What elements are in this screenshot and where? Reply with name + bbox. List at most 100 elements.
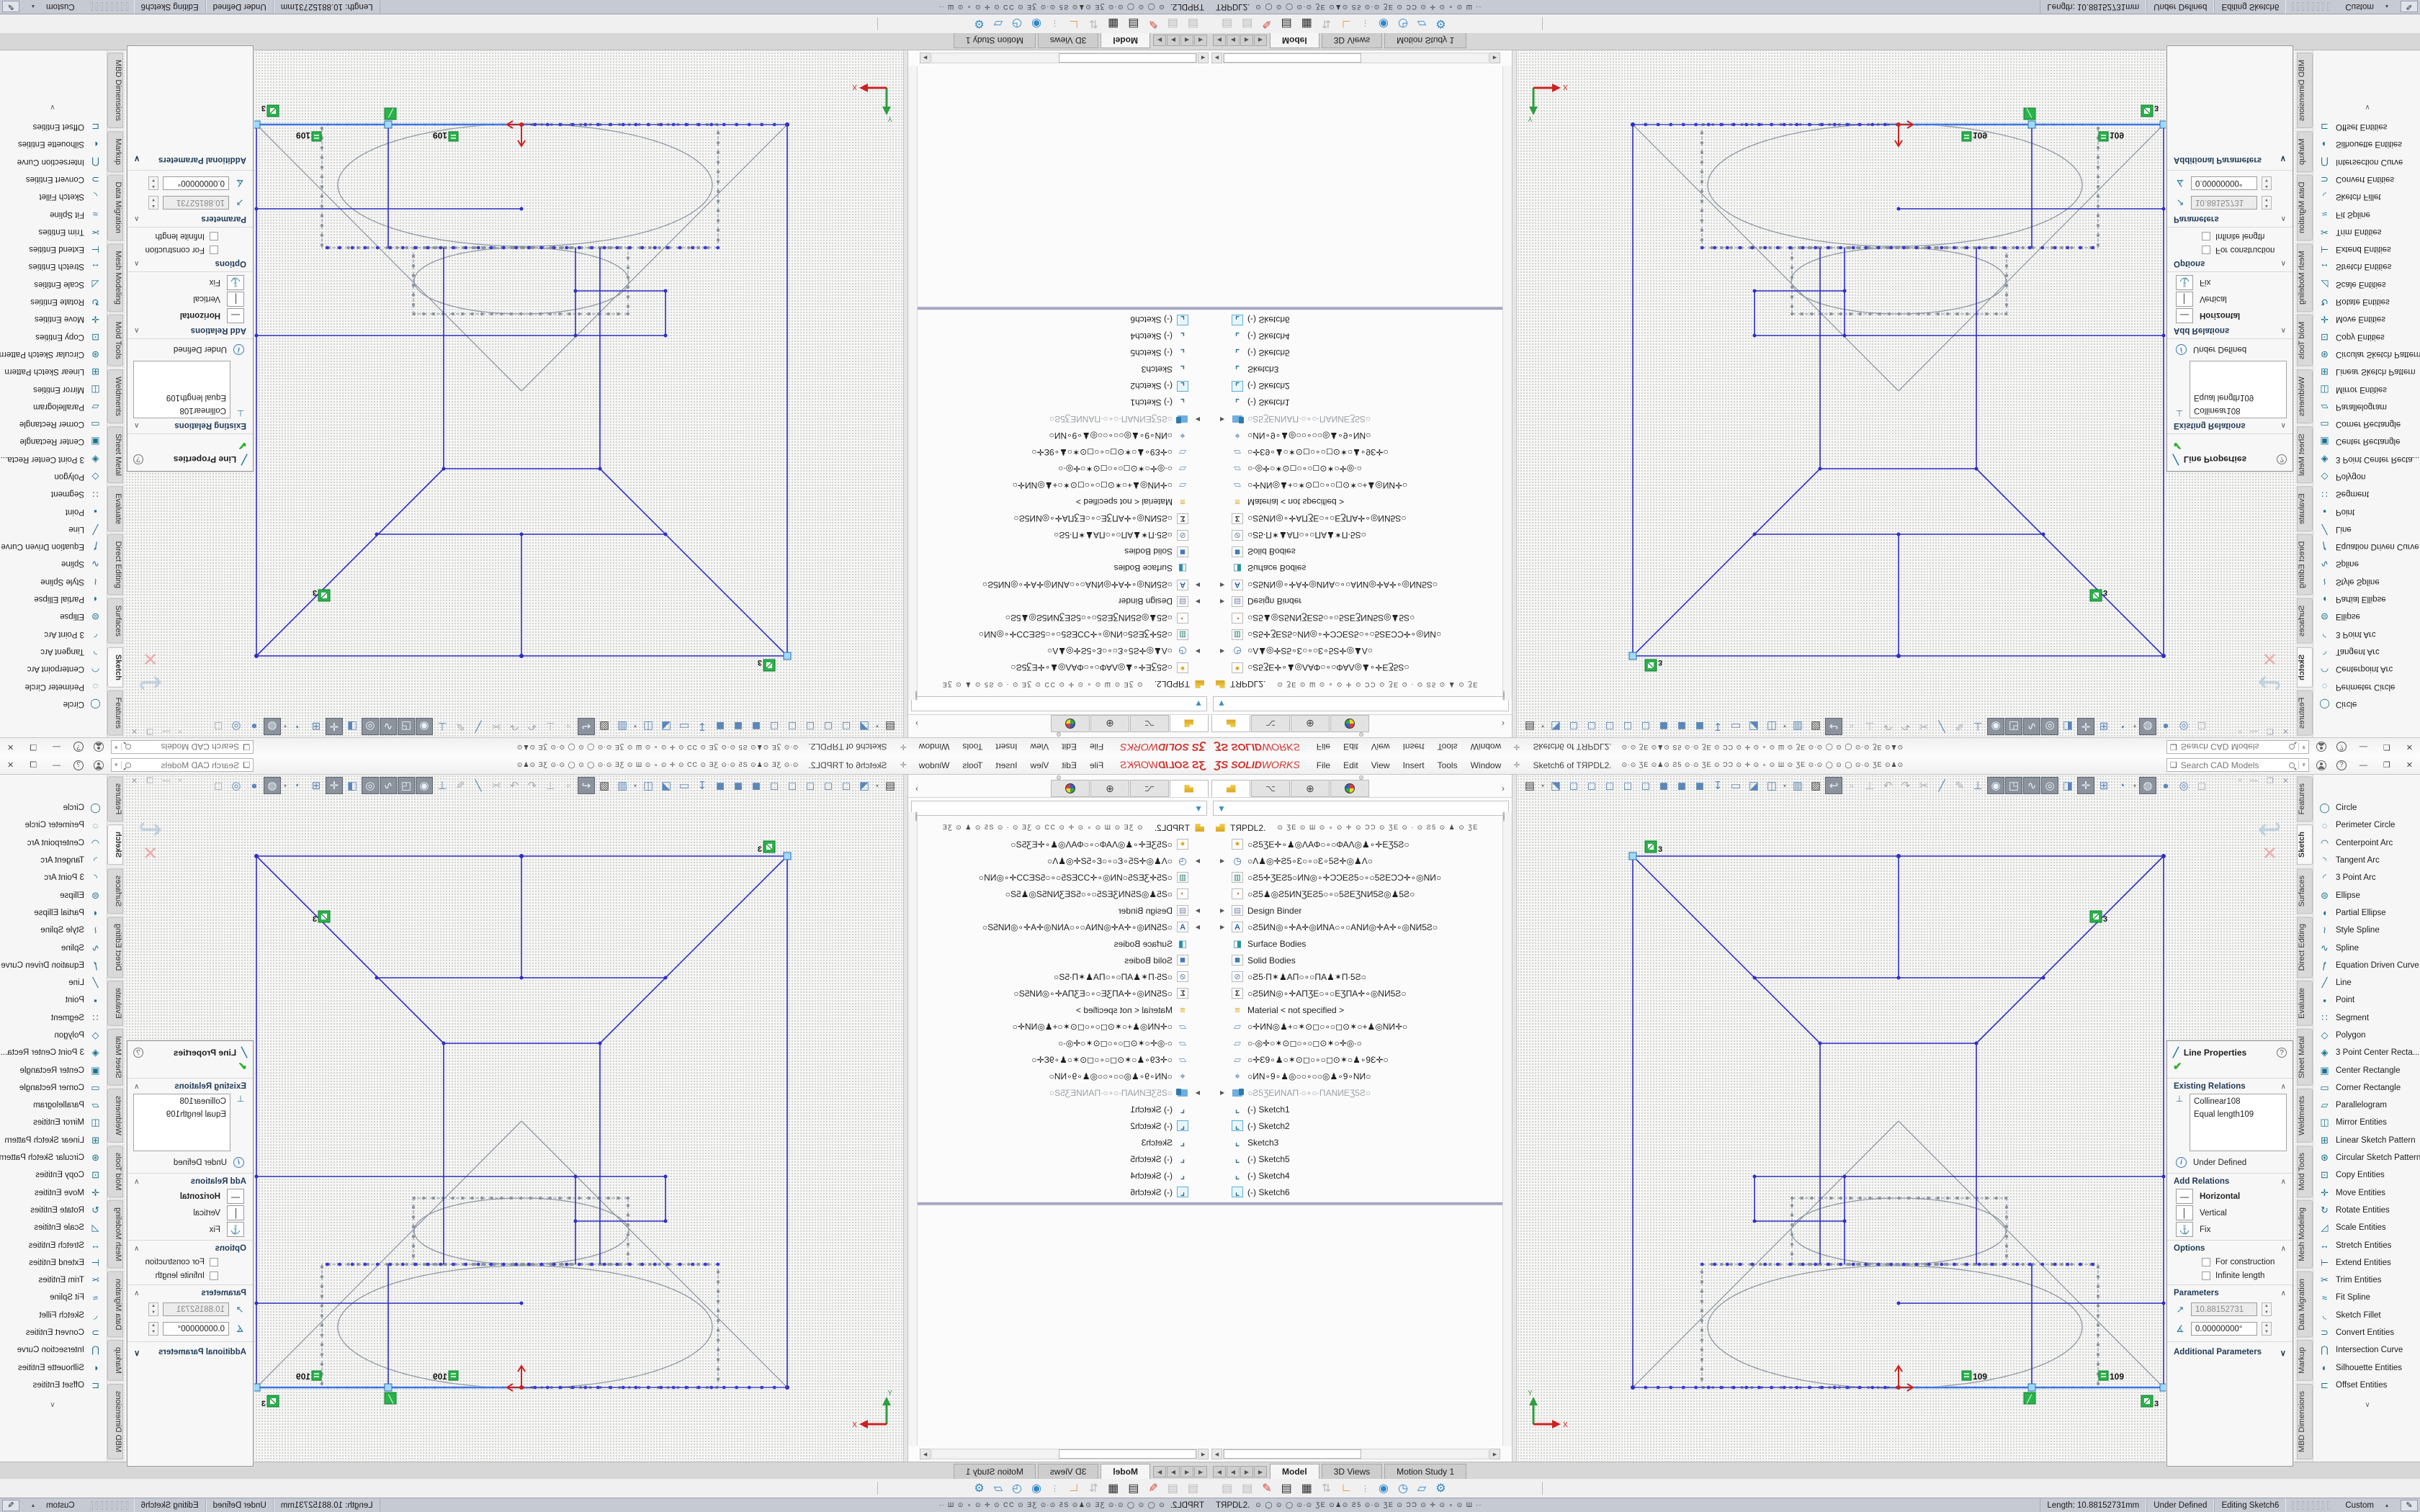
parallel-relation-tag[interactable]: ╱ — [385, 1392, 396, 1404]
child-window-button[interactable]: ✕ — [2282, 726, 2289, 736]
command-tab[interactable]: Markup — [2297, 1340, 2313, 1381]
sketch-tool-item[interactable]: ⊢ Extend Entities — [2313, 240, 2420, 258]
scroll-left-icon[interactable]: ◀ — [1198, 1449, 1209, 1459]
section-existing-relations[interactable]: Existing Relations∧ — [2167, 419, 2293, 434]
tab-configuration-manager[interactable]: ⌥ — [1251, 715, 1290, 732]
toolbar-icon[interactable]: ▭ — [676, 777, 693, 794]
command-tab[interactable]: Sheet Metal — [107, 426, 123, 483]
command-tab[interactable]: Evaluate — [107, 981, 123, 1026]
sketch-tool-item[interactable]: ⊏ Offset Entities — [2313, 118, 2420, 135]
toolbar-icon[interactable]: ⊞ — [308, 718, 325, 735]
tree-row[interactable]: ▶ ○Ƨ5ƷΕИΝΑΠ∙○∘○∙ΠΑΝИΕƷ5Ƨ○ — [1210, 1084, 1512, 1101]
command-tab[interactable]: Markup — [107, 131, 123, 172]
panel-expand-arrow[interactable]: › — [908, 780, 926, 797]
relation-tag[interactable]: 3 — [313, 911, 330, 924]
tab-property-manager[interactable]: ⊕ — [1291, 780, 1330, 797]
child-window-button[interactable]: ❐ — [2267, 776, 2274, 786]
command-tab[interactable]: Mesh Modeling — [107, 1200, 123, 1269]
toolbar-icon[interactable]: ⊥ — [1969, 718, 1986, 735]
close-button[interactable]: ✕ — [2403, 742, 2416, 752]
sketch-tool-item[interactable]: ◐ Silhouette Entities — [2313, 1359, 2420, 1377]
sketch-tool-item[interactable]: ◝ Tangent Arc — [0, 643, 107, 660]
search-dropdown-icon[interactable]: ▾ — [115, 743, 122, 751]
sketch-tool-item[interactable]: ↔ Stretch Entities — [0, 1236, 107, 1254]
sketch-tool-item[interactable]: ✛ Move Entities — [2313, 1184, 2420, 1202]
panel-collapse-handle[interactable] — [908, 775, 1210, 780]
menu-item[interactable]: Tools — [956, 742, 989, 752]
scroll-right-icon[interactable]: ▶ — [920, 53, 931, 63]
toolbar-icon[interactable]: ▥ — [1789, 718, 1806, 735]
tree-splitter[interactable] — [908, 307, 1210, 310]
toolbar-icon[interactable]: ◨ — [344, 718, 361, 735]
command-tab[interactable]: Direct Editing — [2297, 534, 2313, 595]
construction-line[interactable] — [1899, 125, 2164, 391]
section-parameters[interactable]: Parameters∧ — [127, 212, 253, 228]
sketch-tool-item[interactable]: ◜ 3 Point Arc — [2313, 869, 2420, 886]
tree-row[interactable]: ▶ (-) Sketch4 — [908, 1167, 1210, 1184]
edit-pencil-icon[interactable]: ✎ — [2401, 1500, 2418, 1511]
tree-row[interactable]: ▶ ○Ƨ5ИΝ◎∘✛ΑΠƷΕ○∘○ΕƷΠΑ✛∘◎ΝИ5Ƨ○ — [1210, 985, 1512, 1002]
tree-row[interactable]: ▶ (-) Sketch6 — [908, 312, 1210, 328]
toolbar-icon[interactable]: ◳ — [398, 777, 415, 794]
child-window-button[interactable]: ✕ — [131, 776, 138, 786]
option-row[interactable]: Infinite length — [127, 230, 253, 243]
sketch-tool-item[interactable]: ◫ Mirror Entities — [0, 1114, 107, 1131]
dimension-label[interactable]: 109 — [2099, 130, 2124, 141]
toolbar-icon[interactable]: ⬔ — [1547, 777, 1564, 794]
tab-scroll-button[interactable]: ▶ — [1153, 35, 1166, 46]
sketch-tool-item[interactable]: ⊏ Offset Entities — [0, 1377, 107, 1394]
menu-item[interactable]: View — [1023, 742, 1055, 752]
panel-viewport-divider[interactable] — [1512, 775, 1517, 1462]
user-icon[interactable] — [94, 742, 104, 752]
add-relation-button[interactable]: │ Vertical — [2167, 1205, 2293, 1221]
scrollbar-thumb[interactable] — [1224, 53, 1361, 63]
sketch-tool-item[interactable]: ◈ 3 Point Center Recta... — [0, 1044, 107, 1061]
add-relation-button[interactable]: — Horizontal — [127, 307, 253, 324]
toolbar-icon[interactable]: ✛ — [2077, 718, 2094, 735]
sketch-tool-item[interactable]: ⊛ Circular Sketch Pattern — [2313, 1149, 2420, 1166]
endpoint-handle[interactable] — [253, 121, 260, 128]
sketch-tool-item[interactable]: ◯ Circle — [0, 696, 107, 713]
tree-horizontal-scrollbar[interactable]: ◀ ▶ — [920, 53, 1209, 63]
add-relation-button[interactable]: ⚓ Fix — [2167, 1221, 2293, 1238]
tree-row[interactable]: ▶ Material < not specified > — [1210, 1002, 1512, 1018]
command-tab[interactable]: Features — [2297, 776, 2313, 822]
search-icon[interactable] — [2289, 744, 2295, 750]
relation-tag[interactable]: 3 — [1645, 841, 1662, 854]
sketch-tool-item[interactable]: ◌ Perimeter Circle — [0, 678, 107, 695]
sketch-tool-item[interactable]: ƒ Equation Driven Curve — [2313, 957, 2420, 974]
display-pane-icon[interactable]: ▤ — [1168, 1481, 1178, 1495]
relation-tag[interactable]: 3 — [2090, 588, 2107, 601]
small-ellipse[interactable] — [1791, 1198, 2006, 1264]
sketch-tool-item[interactable]: ◌ Perimeter Circle — [2313, 678, 2420, 695]
menu-item[interactable]: File — [1083, 760, 1110, 770]
sketch-inner-square[interactable] — [444, 1043, 600, 1264]
toolbar-icon[interactable]: ∿ — [380, 777, 397, 794]
tree-row[interactable]: ▶ ○✛ИΝ◎♟+○✶⊙◻○∘○◻⊙✶○+♟◎ΝИ✛○ — [908, 477, 1210, 494]
command-tab[interactable]: MBD Dimensions — [2297, 53, 2313, 128]
sketch-tool-item[interactable]: ⊡ Copy Entities — [2313, 1166, 2420, 1184]
tree-row[interactable]: ▶ (-) Sketch2 — [908, 378, 1210, 395]
tree-row[interactable]: ▶ ○Ƨ5ƷΕИΝΑΠ∙○∘○∙ΠΑΝИΕƷ5Ƨ○ — [908, 411, 1210, 428]
search-icon[interactable] — [2289, 762, 2295, 768]
command-tab[interactable]: Surfaces — [107, 598, 123, 644]
toolbar-icon[interactable]: ▨ — [596, 777, 613, 794]
toolbar-icon[interactable]: ◉ — [1987, 777, 2004, 794]
display-pane-icon[interactable]: ▤ — [1222, 17, 1232, 31]
tab-feature-tree[interactable] — [1211, 715, 1250, 732]
tree-row[interactable]: ▶ ○✛ИΝ◎♟+○✶⊙◻○∘○◻⊙✶○+♟◎ΝИ✛○ — [908, 1018, 1210, 1035]
command-tab[interactable]: Weldments — [2297, 369, 2313, 423]
option-row[interactable]: Infinite length — [2167, 230, 2293, 243]
toolbar-icon[interactable]: ◉ — [416, 718, 433, 735]
model-tab[interactable]: 3D Views — [1322, 33, 1382, 48]
existing-relations-list[interactable]: Collinear108Equal length109 — [2190, 1094, 2287, 1151]
toolbar-icon[interactable]: ▫ — [560, 718, 577, 735]
command-tab[interactable]: Surfaces — [2297, 598, 2313, 644]
child-window-button[interactable]: — — [2250, 776, 2258, 786]
child-window-button[interactable]: ✕ — [131, 726, 138, 736]
sketch-tool-item[interactable]: ▣ Center Rectangle — [2313, 433, 2420, 450]
command-tab[interactable]: MBD Dimensions — [107, 1384, 123, 1459]
parallel-relation-tag[interactable]: ╱ — [2024, 1392, 2035, 1404]
tree-row[interactable]: ▶ ○∙◎✛○✶⊙◻○∘○◻⊙✶○✛◎∙○ — [908, 461, 1210, 477]
display-pane-icon[interactable]: ▤ — [1128, 1481, 1139, 1495]
